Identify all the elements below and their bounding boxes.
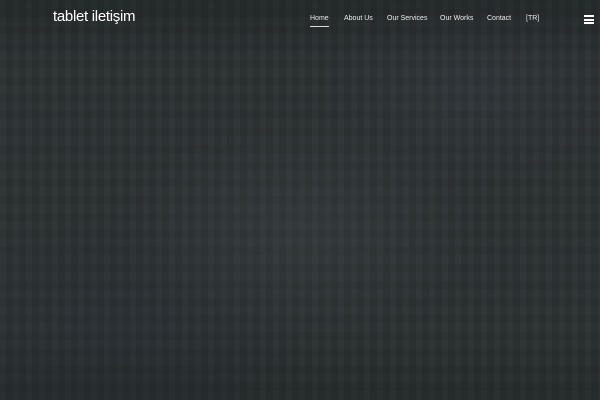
- nav-item-our-services[interactable]: Our Services: [387, 14, 427, 24]
- site-header: tablet iletişim Home About Us Our Servic…: [0, 0, 600, 38]
- nav-item-home[interactable]: Home: [310, 14, 329, 27]
- nav-item-our-works[interactable]: Our Works: [440, 14, 473, 24]
- hero-overlay: [0, 0, 600, 400]
- hamburger-menu-icon[interactable]: [584, 15, 594, 24]
- nav-item-about-us[interactable]: About Us: [344, 14, 373, 24]
- menu-icon-bar: [584, 18, 594, 21]
- nav-item-language[interactable]: [TR]: [526, 14, 539, 24]
- nav-item-contact[interactable]: Contact: [487, 14, 511, 24]
- menu-icon-bar: [584, 15, 594, 17]
- menu-icon-bar: [584, 22, 594, 24]
- site-logo[interactable]: tablet iletişim: [53, 8, 136, 26]
